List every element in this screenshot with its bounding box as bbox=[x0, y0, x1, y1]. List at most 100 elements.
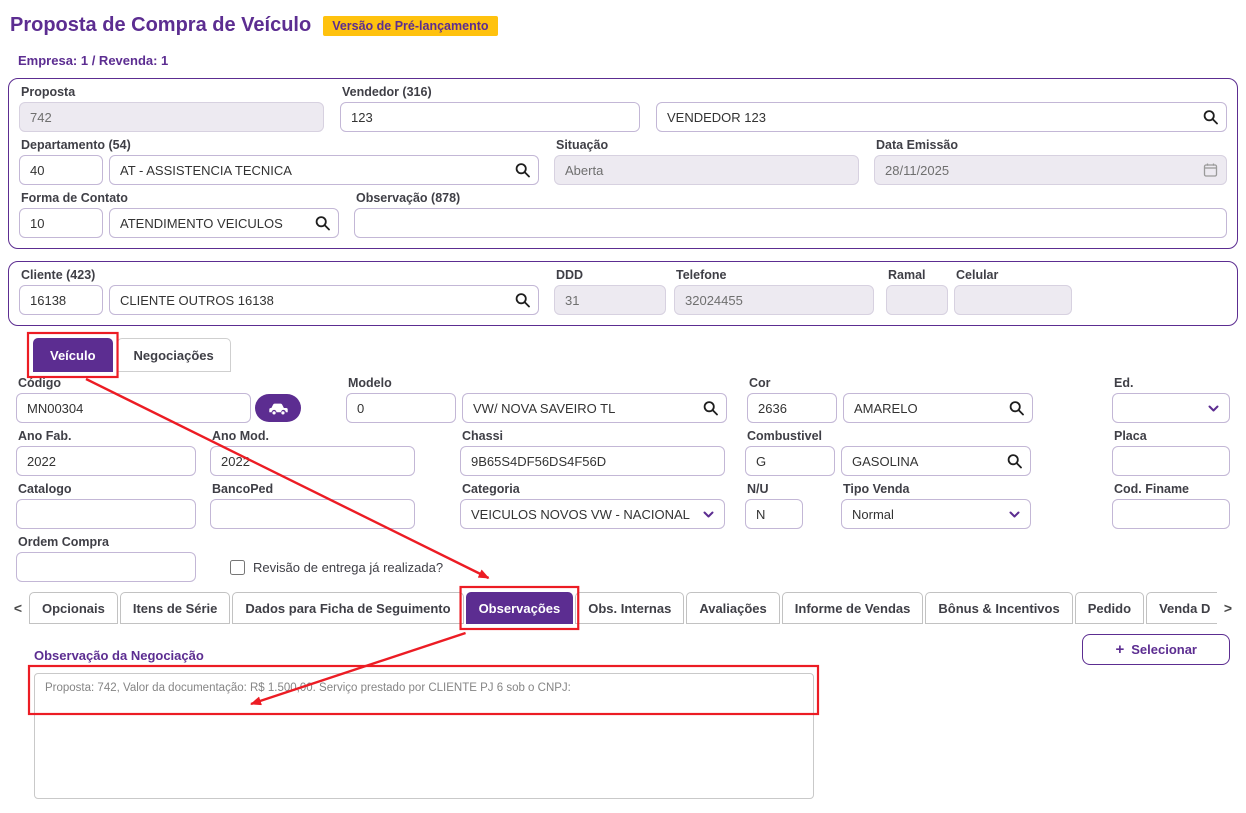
selecionar-button-label: Selecionar bbox=[1131, 642, 1197, 657]
observacao-label: Observação (878) bbox=[356, 191, 461, 205]
cliente-label: Cliente (423) bbox=[21, 268, 96, 282]
bancoped-label: BancoPed bbox=[212, 482, 274, 496]
tipo-venda-select[interactable]: Normal bbox=[841, 499, 1031, 529]
data-emissao-label: Data Emissão bbox=[876, 138, 958, 152]
proposal-box: Proposta Vendedor (316) Departamento (54… bbox=[8, 78, 1238, 249]
vehicle-form: Código Modelo C bbox=[8, 372, 1238, 582]
detail-tab-avaliacoes[interactable]: Avaliações bbox=[686, 592, 780, 624]
field-telefone: Telefone bbox=[674, 268, 874, 315]
modelo-label: Modelo bbox=[348, 376, 392, 390]
search-icon[interactable] bbox=[1009, 401, 1024, 416]
situacao-label: Situação bbox=[556, 138, 609, 152]
detail-tab-obs-internas[interactable]: Obs. Internas bbox=[575, 592, 685, 624]
cod-finame-label: Cod. Finame bbox=[1114, 482, 1190, 496]
field-proposta: Proposta bbox=[19, 85, 324, 132]
page-title: Proposta de Compra de Veículo bbox=[10, 14, 312, 36]
search-icon[interactable] bbox=[515, 293, 530, 308]
ano-fab-label: Ano Fab. bbox=[18, 429, 72, 443]
celular-label: Celular bbox=[956, 268, 999, 282]
detail-tab-observacoes[interactable]: Observações bbox=[465, 592, 574, 624]
field-categoria: Categoria VEICULOS NOVOS VW - NACIONAL bbox=[460, 482, 725, 529]
codigo-input[interactable] bbox=[16, 393, 251, 423]
obs-section-label: Observação da Negociação bbox=[34, 648, 204, 663]
combustivel-name-input[interactable] bbox=[841, 446, 1031, 476]
detail-tab-strip: < Opcionais Itens de Série Dados para Fi… bbox=[8, 592, 1238, 624]
ddd-input bbox=[554, 285, 666, 315]
search-icon[interactable] bbox=[703, 401, 718, 416]
cliente-box: Cliente (423) DDD Telefone Ramal bbox=[8, 261, 1238, 326]
field-forma-contato: Forma de Contato bbox=[19, 191, 339, 238]
forma-contato-label: Forma de Contato bbox=[21, 191, 128, 205]
modelo-code-input[interactable] bbox=[346, 393, 456, 423]
cod-finame-input[interactable] bbox=[1112, 499, 1230, 529]
obs-textarea[interactable]: Proposta: 742, Valor da documentação: R$… bbox=[34, 673, 814, 799]
cor-code-input[interactable] bbox=[747, 393, 837, 423]
search-icon[interactable] bbox=[315, 216, 330, 231]
search-icon[interactable] bbox=[1203, 110, 1218, 125]
main-tab-negociacoes[interactable]: Negociações bbox=[116, 338, 231, 372]
nu-input[interactable] bbox=[745, 499, 803, 529]
field-placa: Placa bbox=[1112, 429, 1230, 476]
revisao-checkbox-label[interactable]: Revisão de entrega já realizada? bbox=[253, 560, 443, 575]
ed-label: Ed. bbox=[1114, 376, 1134, 390]
cor-name-input[interactable] bbox=[843, 393, 1033, 423]
field-cod-finame: Cod. Finame bbox=[1112, 482, 1230, 529]
search-icon[interactable] bbox=[1007, 454, 1022, 469]
vehicle-search-button[interactable] bbox=[255, 394, 301, 422]
departamento-name-input[interactable] bbox=[109, 155, 539, 185]
placa-input[interactable] bbox=[1112, 446, 1230, 476]
cor-label: Cor bbox=[749, 376, 771, 390]
departamento-code-input[interactable] bbox=[19, 155, 103, 185]
chevron-down-icon bbox=[1009, 511, 1020, 518]
ed-select[interactable] bbox=[1112, 393, 1230, 423]
nu-label: N/U bbox=[747, 482, 769, 496]
ordem-compra-input[interactable] bbox=[16, 552, 196, 582]
detail-tab-pedido[interactable]: Pedido bbox=[1074, 592, 1145, 624]
detail-tab-itens-de-serie[interactable]: Itens de Série bbox=[119, 592, 231, 624]
field-observacao: Observação (878) bbox=[354, 191, 1227, 238]
field-ano-mod: Ano Mod. bbox=[210, 429, 415, 476]
forma-contato-name-input[interactable] bbox=[109, 208, 339, 238]
field-departamento: Departamento (54) bbox=[19, 138, 539, 185]
chassi-input[interactable] bbox=[460, 446, 725, 476]
bancoped-input[interactable] bbox=[210, 499, 415, 529]
calendar-icon[interactable] bbox=[1203, 163, 1218, 178]
car-icon bbox=[268, 402, 289, 415]
ano-fab-input[interactable] bbox=[16, 446, 196, 476]
chevron-down-icon bbox=[1208, 405, 1219, 412]
proposta-label: Proposta bbox=[21, 85, 76, 99]
cliente-code-input[interactable] bbox=[19, 285, 103, 315]
modelo-name-input[interactable] bbox=[462, 393, 727, 423]
ano-mod-input[interactable] bbox=[210, 446, 415, 476]
selecionar-button[interactable]: + Selecionar bbox=[1082, 634, 1230, 665]
revisao-checkbox[interactable] bbox=[230, 560, 245, 575]
catalogo-input[interactable] bbox=[16, 499, 196, 529]
detail-tab-bonus-incentivos[interactable]: Bônus & Incentivos bbox=[925, 592, 1073, 624]
field-bancoped: BancoPed bbox=[210, 482, 415, 529]
categoria-select-value: VEICULOS NOVOS VW - NACIONAL bbox=[471, 506, 690, 522]
detail-tab-dados-ficha-seguimento[interactable]: Dados para Ficha de Seguimento bbox=[232, 592, 464, 624]
title-row: Proposta de Compra de Veículo Versão de … bbox=[10, 14, 1238, 37]
chevron-down-icon bbox=[703, 511, 714, 518]
field-codigo: Código bbox=[16, 376, 301, 423]
observacao-input[interactable] bbox=[354, 208, 1227, 238]
cliente-name-input[interactable] bbox=[109, 285, 539, 315]
main-tab-veiculo[interactable]: Veículo bbox=[33, 338, 113, 372]
data-emissao-input bbox=[874, 155, 1227, 185]
field-data-emissao: Data Emissão bbox=[874, 138, 1227, 185]
tabs-scroll-right-icon[interactable]: > bbox=[1220, 600, 1236, 616]
detail-tab-venda-d[interactable]: Venda D bbox=[1146, 592, 1217, 624]
forma-contato-code-input[interactable] bbox=[19, 208, 103, 238]
vendedor-name-input[interactable] bbox=[656, 102, 1227, 132]
vendedor-code-input[interactable] bbox=[340, 102, 640, 132]
catalogo-label: Catalogo bbox=[18, 482, 72, 496]
categoria-select[interactable]: VEICULOS NOVOS VW - NACIONAL bbox=[460, 499, 725, 529]
search-icon[interactable] bbox=[515, 163, 530, 178]
detail-tab-opcionais[interactable]: Opcionais bbox=[29, 592, 118, 624]
tabs-scroll-left-icon[interactable]: < bbox=[10, 600, 26, 616]
observacoes-panel: Observação da Negociação + Selecionar Pr… bbox=[34, 634, 1230, 799]
plus-icon: + bbox=[1115, 641, 1125, 658]
detail-tab-informe-vendas[interactable]: Informe de Vendas bbox=[781, 592, 924, 624]
combustivel-code-input[interactable] bbox=[745, 446, 835, 476]
page: Proposta de Compra de Veículo Versão de … bbox=[0, 0, 1246, 799]
